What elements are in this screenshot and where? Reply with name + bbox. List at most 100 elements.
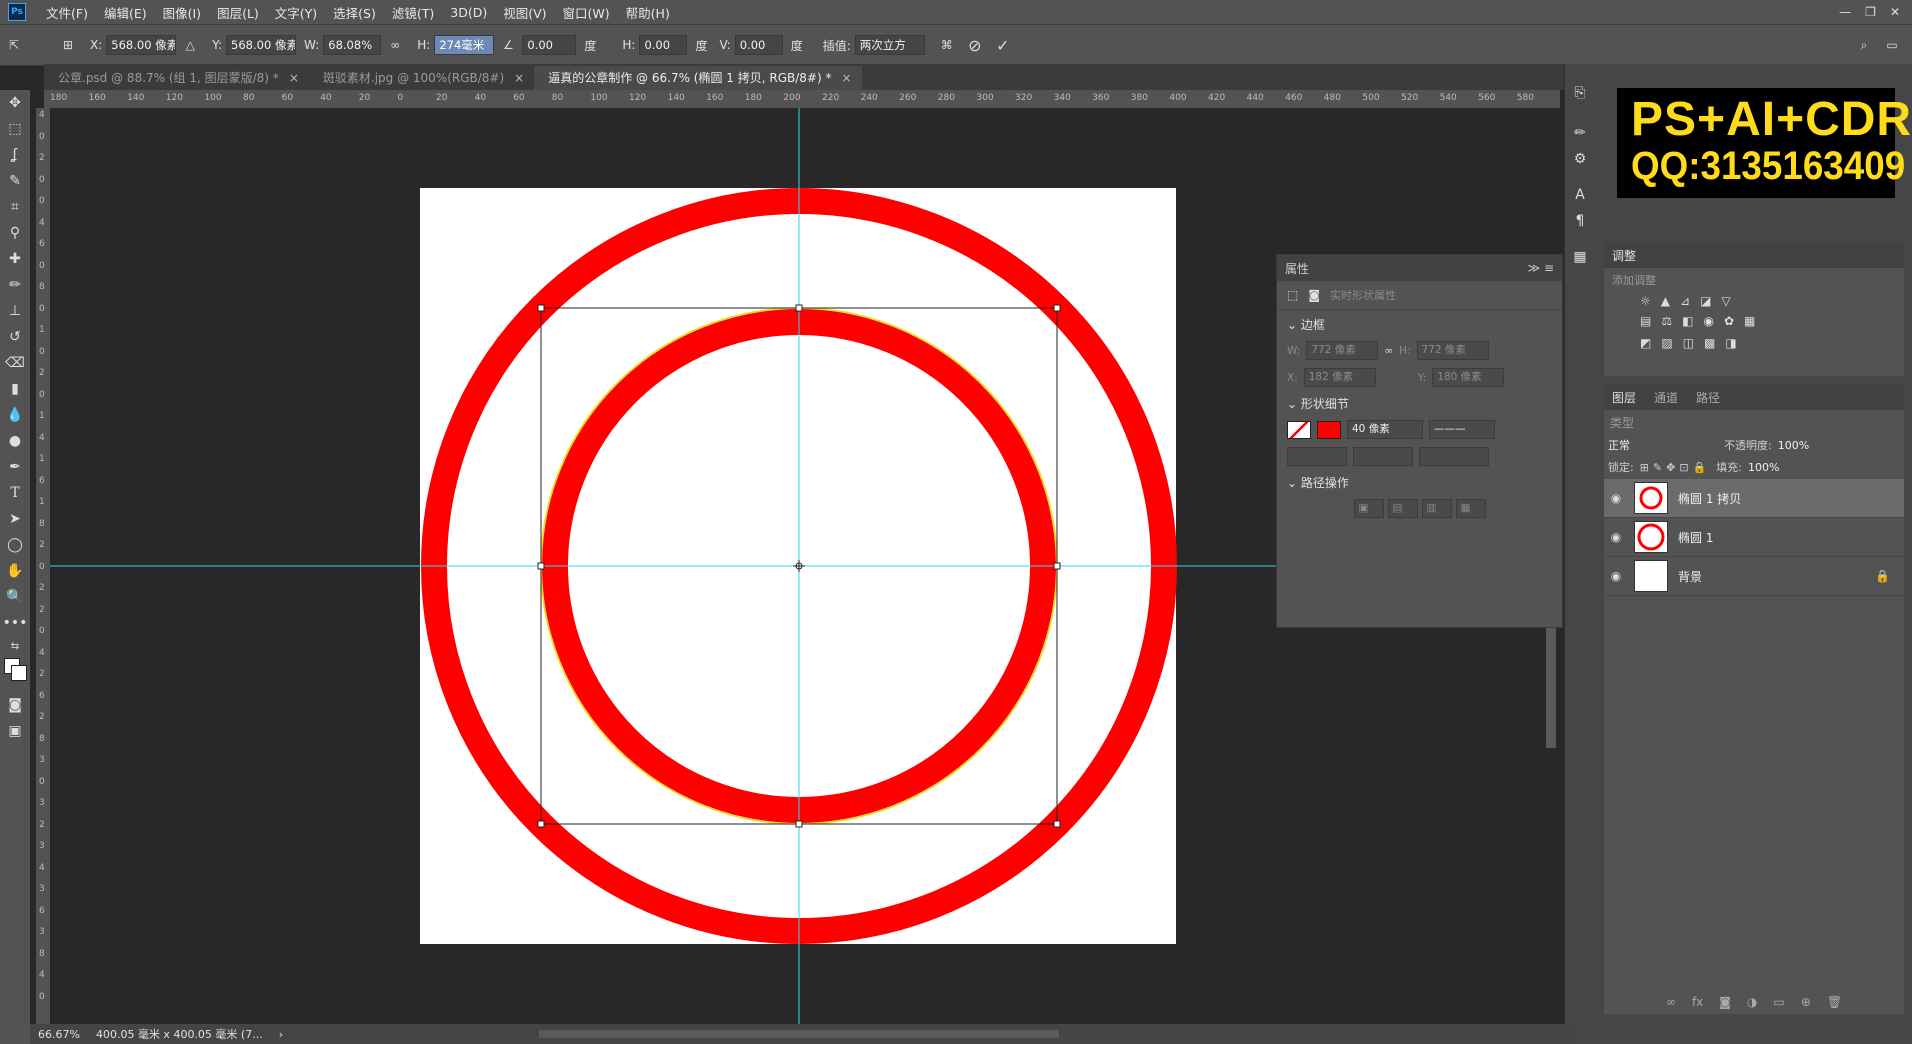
- exclude-shapes-icon[interactable]: ▦: [1455, 499, 1486, 518]
- prop-width-input[interactable]: 772 像素: [1306, 341, 1379, 360]
- visibility-icon[interactable]: ◉: [1604, 491, 1628, 505]
- lock-icons[interactable]: ⊞✎✥⊡🔒: [1640, 461, 1711, 474]
- mask-props-icon[interactable]: ◙: [1308, 288, 1320, 302]
- menu-window[interactable]: 窗口(W): [555, 3, 618, 22]
- menu-type[interactable]: 文字(Y): [267, 3, 325, 22]
- stamp-tool-icon[interactable]: ⊥: [0, 298, 30, 324]
- screen-mode-icon[interactable]: ▣: [0, 718, 30, 744]
- curves-icon[interactable]: ⊿: [1680, 294, 1690, 308]
- prop-height-input[interactable]: 772 像素: [1416, 341, 1489, 360]
- properties-panel-icon[interactable]: ▦: [1565, 244, 1595, 270]
- blur-tool-icon[interactable]: 💧: [0, 402, 30, 428]
- tab-document-3[interactable]: 逼真的公章制作 @ 66.7% (椭圆 1 拷贝, RGB/8#) * ×: [534, 66, 862, 90]
- ruler-left[interactable]: 4 0 2 0 0 4 6 0 8 0 1 0 2 0 1 4 1 6 1 8 2 0 2 2 0 4 2 6 2 8 3 0 3 2 3 4 3 6 3 8…: [36, 108, 51, 1024]
- delta-icon[interactable]: △: [180, 35, 200, 55]
- y-input[interactable]: 568.00 像素: [226, 35, 297, 55]
- menu-filter[interactable]: 滤镜(T): [384, 3, 442, 22]
- prop-y-input[interactable]: 180 像素: [1432, 368, 1505, 387]
- stroke-swatch[interactable]: [1317, 420, 1341, 439]
- quick-mask-icon[interactable]: ◙: [0, 692, 30, 718]
- marquee-tool-icon[interactable]: ⬚: [0, 116, 30, 142]
- opacity-input[interactable]: 100%: [1778, 439, 1818, 452]
- eraser-tool-icon[interactable]: ⌫: [0, 350, 30, 376]
- stroke-cap-select[interactable]: [1353, 447, 1413, 466]
- tab-document-1[interactable]: 公章.psd @ 88.7% (组 1, 图层蒙版/8) * ×: [44, 66, 309, 90]
- stroke-type-select[interactable]: ———: [1429, 420, 1495, 439]
- type-tool-icon[interactable]: T: [0, 480, 30, 506]
- layer-filter-select[interactable]: 类型: [1610, 414, 1680, 431]
- layer-row[interactable]: ◉ 椭圆 1 拷贝: [1604, 479, 1904, 518]
- lookup-icon[interactable]: ▦: [1744, 314, 1755, 328]
- brush-tool-icon[interactable]: ✏: [0, 272, 30, 298]
- close-icon[interactable]: ×: [841, 66, 851, 90]
- threshold-icon[interactable]: ◫: [1683, 336, 1694, 350]
- warp-icon[interactable]: ⌘: [937, 35, 957, 55]
- crop-tool-icon[interactable]: ⌗: [0, 194, 30, 220]
- reference-point-icon[interactable]: ⊞: [58, 35, 78, 55]
- history-panel-icon[interactable]: ⎘: [1565, 80, 1595, 106]
- gradient-tool-icon[interactable]: ▮: [0, 376, 30, 402]
- photo-filter-icon[interactable]: ◉: [1703, 314, 1713, 328]
- menu-layer[interactable]: 图层(L): [209, 3, 267, 22]
- tab-document-2[interactable]: 斑驳素材.jpg @ 100%(RGB/8#) ×: [308, 66, 535, 90]
- layer-row[interactable]: ◉ 椭圆 1: [1604, 518, 1904, 557]
- hand-tool-icon[interactable]: ✋: [0, 558, 30, 584]
- layer-name[interactable]: 椭圆 1: [1678, 529, 1713, 546]
- pen-tool-icon[interactable]: ✒: [0, 454, 30, 480]
- more-tools-icon[interactable]: •••: [0, 610, 30, 636]
- new-group-icon[interactable]: ▭: [1773, 995, 1784, 1009]
- quick-select-tool-icon[interactable]: ✎: [0, 168, 30, 194]
- minimize-icon[interactable]: —: [1839, 5, 1851, 19]
- workspace-icon[interactable]: ▭: [1882, 35, 1902, 55]
- healing-tool-icon[interactable]: ✚: [0, 246, 30, 272]
- chevron-down-icon[interactable]: ⌄: [1287, 318, 1297, 332]
- restore-icon[interactable]: ❐: [1865, 5, 1876, 19]
- swap-colors-icon[interactable]: ⇆: [0, 636, 30, 656]
- close-icon[interactable]: ✕: [1890, 5, 1900, 19]
- transform-tool-icon[interactable]: ⇱: [4, 35, 24, 55]
- layer-name[interactable]: 椭圆 1 拷贝: [1678, 490, 1741, 507]
- menu-file[interactable]: 文件(F): [38, 3, 96, 22]
- move-tool-icon[interactable]: ✥: [0, 90, 30, 116]
- x-input[interactable]: 568.00 像素: [106, 35, 177, 55]
- subtract-shapes-icon[interactable]: ▤: [1387, 499, 1418, 518]
- zoom-level[interactable]: 66.67%: [38, 1028, 80, 1041]
- menu-edit[interactable]: 编辑(E): [96, 3, 155, 22]
- intersect-shapes-icon[interactable]: ▥: [1421, 499, 1452, 518]
- stroke-width-input[interactable]: 40 像素: [1347, 420, 1423, 439]
- new-layer-icon[interactable]: ⊕: [1801, 995, 1811, 1009]
- close-icon[interactable]: ×: [514, 66, 524, 90]
- lasso-tool-icon[interactable]: ʆ: [0, 142, 30, 168]
- bw-icon[interactable]: ◧: [1682, 314, 1693, 328]
- shape-props-icon[interactable]: ⬚: [1287, 288, 1298, 302]
- ruler-top[interactable]: 180 160 140 120 100 80 60 40 20 0 20 40 60 80 100 120 14…: [44, 90, 1560, 109]
- combine-shapes-icon[interactable]: ▣: [1353, 499, 1384, 518]
- height-input[interactable]: 274毫米: [434, 35, 495, 55]
- prop-x-input[interactable]: 182 像素: [1303, 368, 1376, 387]
- path-select-tool-icon[interactable]: ➤: [0, 506, 30, 532]
- chevron-down-icon[interactable]: ⌄: [1287, 397, 1297, 411]
- link-icon[interactable]: ∞: [385, 35, 405, 55]
- visibility-icon[interactable]: ◉: [1604, 530, 1628, 544]
- menu-help[interactable]: 帮助(H): [618, 3, 678, 22]
- chevron-down-icon[interactable]: ⌄: [1287, 476, 1297, 490]
- posterize-icon[interactable]: ▨: [1661, 336, 1672, 350]
- search-icon[interactable]: ⌕: [1854, 35, 1874, 55]
- status-arrow[interactable]: ›: [279, 1028, 283, 1041]
- dodge-tool-icon[interactable]: ●: [0, 428, 30, 454]
- tab-layers[interactable]: 图层: [1612, 389, 1636, 406]
- history-brush-icon[interactable]: ↺: [0, 324, 30, 350]
- menu-select[interactable]: 选择(S): [325, 3, 384, 22]
- mixer-icon[interactable]: ✿: [1724, 314, 1734, 328]
- layer-name[interactable]: 背景: [1678, 568, 1702, 585]
- selective-color-icon[interactable]: ◨: [1725, 336, 1736, 350]
- stroke-align-select[interactable]: [1287, 447, 1347, 466]
- fill-input[interactable]: 100%: [1748, 461, 1788, 474]
- character-panel-icon[interactable]: A: [1565, 182, 1595, 208]
- exposure-icon[interactable]: ◪: [1700, 294, 1711, 308]
- gradient-map-icon[interactable]: ▩: [1704, 336, 1715, 350]
- vibrance-icon[interactable]: ▽: [1721, 294, 1730, 308]
- link-layers-icon[interactable]: ∞: [1666, 995, 1676, 1009]
- hue-icon[interactable]: ▤: [1640, 314, 1651, 328]
- add-mask-icon[interactable]: ◙: [1719, 995, 1731, 1009]
